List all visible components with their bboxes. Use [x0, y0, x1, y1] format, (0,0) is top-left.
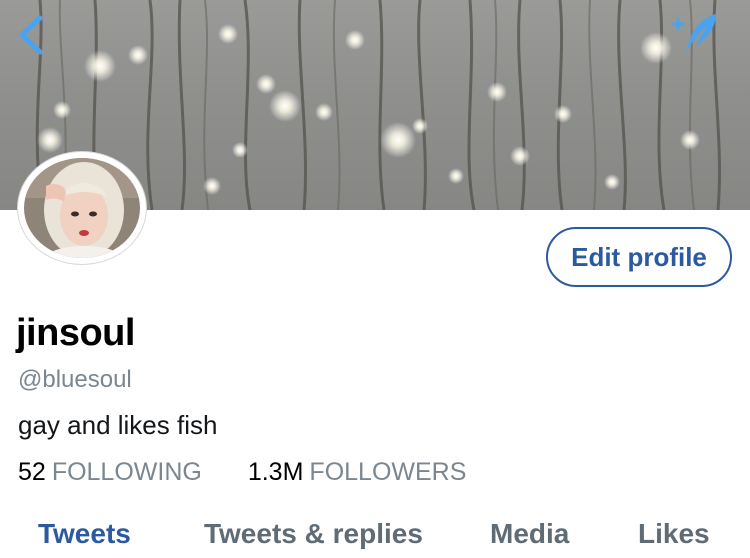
followers-count: 1.3M	[247, 458, 304, 486]
profile-tabs: Tweets Tweets & replies Media Likes	[0, 518, 750, 558]
tab-tweets-and-replies[interactable]: Tweets & replies	[204, 518, 423, 550]
back-button[interactable]	[14, 12, 48, 58]
profile-bio: gay and likes fish	[18, 410, 218, 440]
profile-stats: 52 FOLLOWING 1.3M FOLLOWERS	[18, 458, 466, 487]
edit-profile-button[interactable]: Edit profile	[546, 227, 732, 287]
tab-likes[interactable]: Likes	[638, 518, 710, 550]
username-handle: @bluesoul	[18, 366, 132, 393]
display-name: jinsoul	[16, 312, 135, 354]
feather-sparkle-icon	[670, 14, 716, 52]
avatar-photo	[24, 158, 140, 258]
chevron-left-icon	[19, 15, 43, 55]
followers-stat[interactable]: 1.3M FOLLOWERS	[248, 458, 467, 487]
tab-media[interactable]: Media	[490, 518, 569, 550]
compose-tweet-button[interactable]	[664, 8, 724, 58]
following-label: FOLLOWING	[51, 458, 202, 486]
followers-label: FOLLOWERS	[309, 458, 467, 486]
tab-tweets[interactable]: Tweets	[38, 518, 131, 550]
following-stat[interactable]: 52 FOLLOWING	[18, 458, 202, 487]
following-count: 52	[18, 458, 46, 486]
profile-avatar[interactable]	[18, 152, 146, 264]
